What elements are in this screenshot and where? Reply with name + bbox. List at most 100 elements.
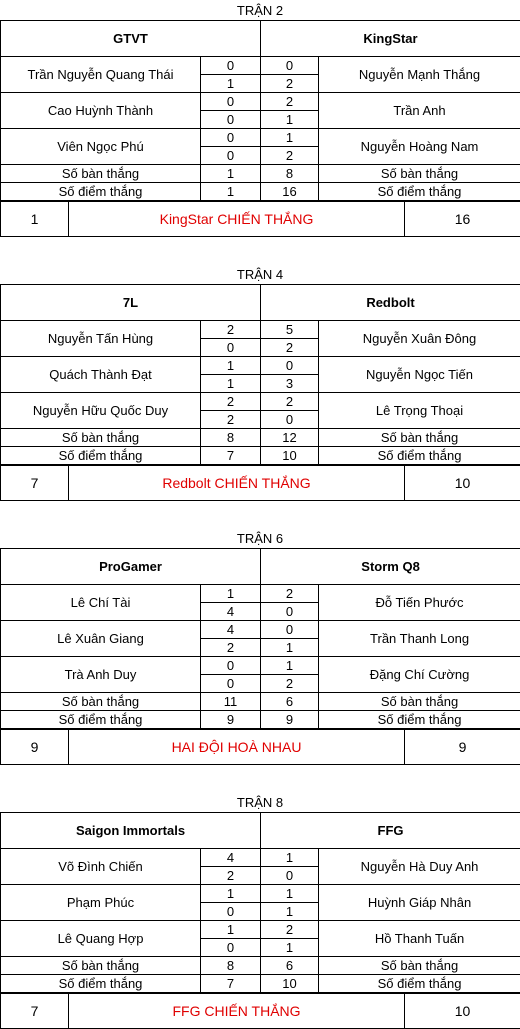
score-right-game2: 2 [261,339,319,357]
match-block: TRẬN 47LRedboltNguyễn Tấn Hùng25Nguyễn X… [0,266,520,498]
match-table: GTVTKingStarTrần Nguyễn Quang Thái00Nguy… [0,20,520,237]
match-title: TRẬN 6 [0,530,520,548]
player-row: Võ Đình Chiến41Nguyễn Hà Duy Anh [1,849,520,867]
score-left-game2: 2 [201,867,261,885]
final-score-right: 16 [405,201,520,237]
score-right-game2: 0 [261,411,319,429]
points-right: 16 [261,183,319,202]
score-right-game1: 2 [261,393,319,411]
player-right: Nguyễn Hà Duy Anh [319,849,520,885]
final-score-left: 7 [1,993,69,1029]
points-label-right: Số điểm thắng [319,711,520,730]
player-row: Cao Huỳnh Thành02Trần Anh [1,93,520,111]
match-table: 7LRedboltNguyễn Tấn Hùng25Nguyễn Xuân Đô… [0,284,520,501]
score-left-game1: 0 [201,93,261,111]
team-right-name: Redbolt [261,285,520,321]
player-left: Viên Ngọc Phú [1,129,201,165]
player-left: Quách Thành Đạt [1,357,201,393]
points-left: 7 [201,975,261,994]
player-left: Trần Nguyễn Quang Thái [1,57,201,93]
goals-label-right: Số bàn thắng [319,165,520,183]
points-row: Số điểm thắng710Số điểm thắng [1,975,520,994]
goals-label-left: Số bàn thắng [1,165,201,183]
player-row: Trần Nguyễn Quang Thái00Nguyễn Mạnh Thắn… [1,57,520,75]
score-right-game1: 2 [261,93,319,111]
score-left-game1: 4 [201,621,261,639]
final-score-right: 10 [405,465,520,501]
player-right: Nguyễn Ngọc Tiến [319,357,520,393]
player-right: Trần Anh [319,93,520,129]
score-right-game2: 3 [261,375,319,393]
player-row: Trà Anh Duy01Đặng Chí Cường [1,657,520,675]
match-table: Saigon ImmortalsFFGVõ Đình Chiến41Nguyễn… [0,812,520,1029]
player-left: Nguyễn Hữu Quốc Duy [1,393,201,429]
score-left-game1: 2 [201,393,261,411]
player-row: Lê Xuân Giang40Trần Thanh Long [1,621,520,639]
goals-right: 12 [261,429,319,447]
score-right-game1: 1 [261,885,319,903]
score-left-game1: 1 [201,357,261,375]
goals-label-left: Số bàn thắng [1,957,201,975]
score-left-game2: 0 [201,339,261,357]
goals-row: Số bàn thắng86Số bàn thắng [1,957,520,975]
result-row: 7FFG CHIẾN THẮNG10 [1,993,520,1029]
score-left-game2: 0 [201,939,261,957]
player-row: Lê Chí Tài12Đỗ Tiến Phước [1,585,520,603]
player-row: Lê Quang Hợp12Hồ Thanh Tuấn [1,921,520,939]
player-left: Lê Chí Tài [1,585,201,621]
result-row: 9HAI ĐỘI HOÀ NHAU9 [1,729,520,765]
player-left: Phạm Phúc [1,885,201,921]
points-left: 9 [201,711,261,730]
player-left: Võ Đình Chiến [1,849,201,885]
goals-right: 6 [261,693,319,711]
score-right-game1: 2 [261,921,319,939]
result-row: 7Redbolt CHIẾN THẮNG10 [1,465,520,501]
team-left-name: GTVT [1,21,261,57]
score-left-game2: 0 [201,111,261,129]
player-row: Phạm Phúc11Huỳnh Giáp Nhân [1,885,520,903]
team-right-name: Storm Q8 [261,549,520,585]
goals-right: 8 [261,165,319,183]
player-right: Đỗ Tiến Phước [319,585,520,621]
score-right-game2: 1 [261,639,319,657]
points-row: Số điểm thắng116Số điểm thắng [1,183,520,202]
score-right-game2: 0 [261,603,319,621]
player-left: Nguyễn Tấn Hùng [1,321,201,357]
match-block: TRẬN 6ProGamerStorm Q8Lê Chí Tài12Đỗ Tiế… [0,530,520,762]
score-right-game2: 2 [261,75,319,93]
player-left: Lê Xuân Giang [1,621,201,657]
final-score-left: 9 [1,729,69,765]
player-row: Nguyễn Hữu Quốc Duy22Lê Trọng Thoại [1,393,520,411]
team-left-name: 7L [1,285,261,321]
score-left-game1: 0 [201,57,261,75]
final-score-left: 7 [1,465,69,501]
goals-left: 8 [201,429,261,447]
points-right: 9 [261,711,319,730]
match-title: TRẬN 2 [0,2,520,20]
player-right: Nguyễn Xuân Đông [319,321,520,357]
player-right: Nguyễn Mạnh Thắng [319,57,520,93]
goals-left: 1 [201,165,261,183]
points-label-right: Số điểm thắng [319,975,520,994]
score-right-game1: 5 [261,321,319,339]
score-left-game2: 2 [201,639,261,657]
score-right-game2: 1 [261,903,319,921]
match-result: Redbolt CHIẾN THẮNG [69,465,405,501]
score-right-game1: 0 [261,357,319,375]
score-right-game2: 0 [261,867,319,885]
score-left-game1: 0 [201,129,261,147]
score-left-game2: 0 [201,675,261,693]
goals-label-right: Số bàn thắng [319,429,520,447]
score-left-game2: 0 [201,147,261,165]
score-right-game1: 1 [261,657,319,675]
goals-left: 8 [201,957,261,975]
goals-label-left: Số bàn thắng [1,429,201,447]
goals-right: 6 [261,957,319,975]
points-left: 1 [201,183,261,202]
score-left-game1: 1 [201,585,261,603]
points-label-left: Số điểm thắng [1,975,201,994]
score-left-game2: 1 [201,75,261,93]
match-table: ProGamerStorm Q8Lê Chí Tài12Đỗ Tiến Phướ… [0,548,520,765]
player-right: Đặng Chí Cường [319,657,520,693]
player-left: Lê Quang Hợp [1,921,201,957]
